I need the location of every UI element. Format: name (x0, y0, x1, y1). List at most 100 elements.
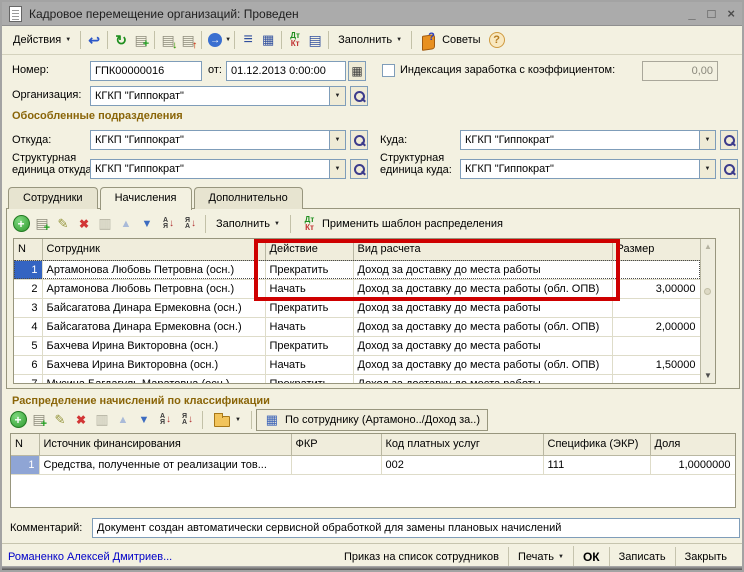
table-row[interactable]: 3 Байсагатова Динара Ермековна (осн.) Пр… (14, 298, 700, 317)
col-source: Источник финансирования (39, 434, 291, 455)
unpost-document-icon[interactable] (178, 30, 198, 50)
unit-to-search-button[interactable] (720, 159, 738, 179)
toolbar-separator (290, 215, 291, 233)
dropdown-icon[interactable] (700, 159, 716, 179)
distribution-grid: N Источник финансирования ФКР Код платны… (11, 434, 736, 475)
scroll-down-icon[interactable]: ▼ (701, 368, 715, 383)
table-row[interactable]: 1 Средства, полученные от реализации тов… (11, 455, 735, 474)
close-button[interactable]: Закрыть (675, 547, 736, 567)
from-value[interactable]: КГКП "Гиппократ" (90, 130, 330, 150)
dtkt-icon[interactable] (287, 31, 304, 49)
organization-value[interactable]: КГКП "Гиппократ" (90, 86, 330, 106)
minimize-icon[interactable]: _ (688, 7, 695, 20)
tab-accruals[interactable]: Начисления (100, 187, 192, 210)
from-search-button[interactable] (350, 130, 368, 150)
unit-from-combo[interactable]: КГКП "Гиппократ" (90, 159, 346, 179)
actions-button[interactable]: Действия▼ (7, 30, 77, 50)
tips-button[interactable]: Советы (415, 28, 486, 53)
sort-descending-icon[interactable] (180, 214, 201, 234)
tab-employees[interactable]: Сотрудники (8, 187, 98, 209)
chevron-down-icon: ▼ (396, 37, 402, 43)
move-up-icon[interactable] (116, 214, 136, 234)
output-button[interactable]: ▼ (207, 408, 247, 431)
group-by-employee-toggle[interactable]: По сотруднику (Артамоно../Доход за..) (256, 409, 488, 431)
accruals-fill-button[interactable]: Заполнить▼ (210, 214, 286, 234)
add-row-icon[interactable] (11, 214, 31, 234)
unit-to-value[interactable]: КГКП "Гиппократ" (460, 159, 700, 179)
move-up-icon[interactable] (113, 410, 133, 430)
maximize-icon[interactable]: □ (708, 7, 716, 20)
unit-to-combo[interactable]: КГКП "Гиппократ" (460, 159, 716, 179)
order-list-button[interactable]: Приказ на список сотрудников (335, 547, 508, 567)
unit-from-search-button[interactable] (350, 159, 368, 179)
table-row[interactable]: 6 Бахчева Ирина Викторовна (осн.) Начать… (14, 355, 700, 374)
end-edit-icon[interactable] (95, 214, 115, 234)
post-document-icon[interactable] (158, 30, 178, 50)
list-structure-icon[interactable] (238, 30, 258, 50)
tab-additional[interactable]: Дополнительно (194, 187, 303, 209)
end-edit-icon[interactable] (92, 410, 112, 430)
apply-template-button[interactable]: Применить шаблон распределения (295, 211, 509, 237)
actions-label: Действия (13, 34, 61, 46)
organization-search-button[interactable] (350, 86, 368, 106)
print-button[interactable]: Печать▼ (508, 547, 573, 567)
move-down-icon[interactable] (134, 410, 154, 430)
go-to-icon[interactable] (205, 30, 225, 50)
unit-from-value[interactable]: КГКП "Гиппократ" (90, 159, 330, 179)
to-search-button[interactable] (720, 130, 738, 150)
table-row[interactable]: 2 Артамонова Любовь Петровна (осн.) Нача… (14, 279, 700, 298)
number-input[interactable]: ГПК00000016 (90, 61, 202, 81)
refresh-icon[interactable] (111, 30, 131, 50)
to-combo[interactable]: КГКП "Гиппократ" (460, 130, 716, 150)
delete-row-icon[interactable] (74, 214, 94, 234)
move-down-icon[interactable] (137, 214, 157, 234)
sort-ascending-icon[interactable] (158, 214, 179, 234)
unit-to-label-line1: Структурная (380, 152, 444, 164)
sort-ascending-icon[interactable] (155, 410, 176, 430)
table-row[interactable]: 7 Мусина Багдагуль Маратовна (осн.) Прек… (14, 374, 700, 384)
scroll-up-icon[interactable]: ▲ (701, 239, 715, 254)
date-input[interactable]: 01.12.2013 0:00:00 (226, 61, 346, 81)
save-button[interactable]: Записать (609, 547, 675, 567)
distribution-header-row: N Источник финансирования ФКР Код платны… (11, 434, 735, 455)
dropdown-icon[interactable] (330, 86, 346, 106)
comment-input[interactable]: Документ создан автоматически сервисной … (92, 518, 740, 538)
accruals-grid: N Сотрудник Действие Вид расчета Размер … (14, 239, 701, 384)
table-row[interactable]: 1 Артамонова Любовь Петровна (осн.) Прек… (14, 260, 700, 279)
fill-button[interactable]: Заполнить▼ (332, 30, 408, 50)
ok-button[interactable]: ОК (573, 546, 609, 568)
organization-combo[interactable]: КГКП "Гиппократ" (90, 86, 346, 106)
to-label: Куда: (380, 134, 407, 146)
scroll-grip[interactable] (704, 288, 711, 295)
main-toolbar: Действия▼ ▼ Заполнить▼ Советы (2, 26, 742, 55)
copy-row-icon[interactable] (29, 410, 49, 430)
tips-label: Советы (442, 34, 480, 46)
dropdown-icon[interactable] (330, 130, 346, 150)
list-settings-icon[interactable] (258, 30, 278, 50)
accruals-toolbar: Заполнить▼ Применить шаблон распределени… (9, 211, 737, 236)
from-combo[interactable]: КГКП "Гиппократ" (90, 130, 346, 150)
help-icon[interactable] (489, 32, 505, 48)
copy-document-icon[interactable] (131, 30, 151, 50)
table-row[interactable]: 5 Бахчева Ирина Викторовна (осн.) Прекра… (14, 336, 700, 355)
close-icon[interactable]: × (727, 7, 735, 20)
dropdown-icon[interactable] (700, 130, 716, 150)
reread-icon[interactable] (84, 30, 104, 50)
indexation-checkbox[interactable] (382, 64, 395, 77)
calendar-icon[interactable] (348, 61, 366, 81)
toolbar-separator (281, 31, 282, 49)
to-value[interactable]: КГКП "Гиппократ" (460, 130, 700, 150)
table-row[interactable]: 4 Байсагатова Динара Ермековна (осн.) На… (14, 317, 700, 336)
vertical-scrollbar[interactable]: ▲ ▼ (700, 239, 715, 383)
copy-row-icon[interactable] (32, 214, 52, 234)
edit-row-icon[interactable] (50, 410, 70, 430)
delete-row-icon[interactable] (71, 410, 91, 430)
edit-row-icon[interactable] (53, 214, 73, 234)
journal-icon[interactable] (305, 30, 325, 50)
chevron-down-icon[interactable]: ▼ (225, 37, 231, 43)
responsible-link[interactable]: Романенко Алексей Дмитриев... (8, 551, 172, 563)
add-row-icon[interactable] (8, 410, 28, 430)
col-employee: Сотрудник (42, 239, 265, 260)
sort-descending-icon[interactable] (177, 410, 198, 430)
dropdown-icon[interactable] (330, 159, 346, 179)
